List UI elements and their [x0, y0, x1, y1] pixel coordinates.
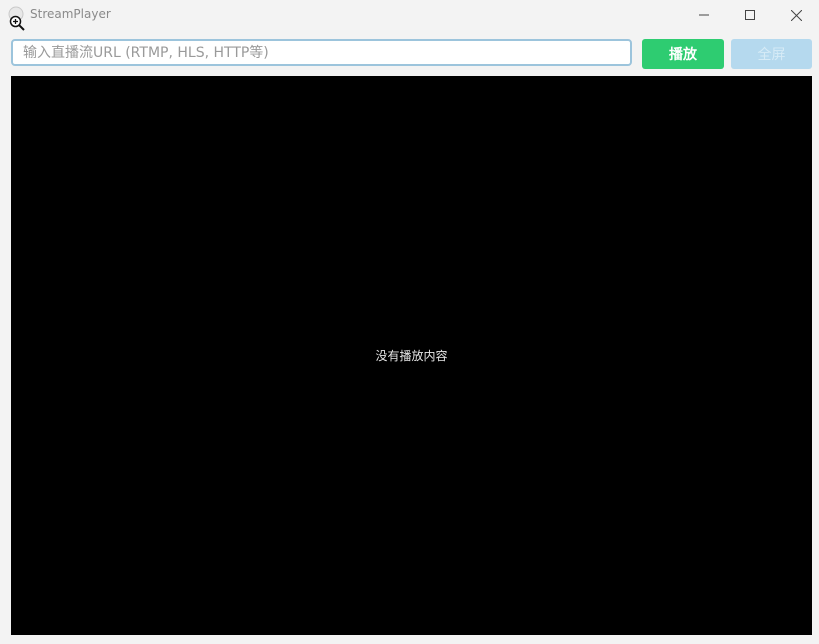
maximize-button[interactable] — [727, 0, 773, 30]
toolbar: 播放 全屏 — [0, 30, 819, 74]
close-button[interactable] — [773, 0, 819, 30]
window-title: StreamPlayer — [30, 7, 111, 21]
minimize-button[interactable] — [681, 0, 727, 30]
play-button[interactable]: 播放 — [642, 39, 724, 69]
app-window: StreamPlayer 播放 全屏 没有播放内容 — [0, 0, 819, 644]
zoom-in-icon — [9, 15, 25, 31]
empty-state-message: 没有播放内容 — [375, 349, 448, 363]
video-display[interactable]: 没有播放内容 — [11, 76, 812, 635]
fullscreen-button[interactable]: 全屏 — [731, 39, 812, 69]
stream-url-input[interactable] — [11, 39, 632, 66]
title-bar[interactable]: StreamPlayer — [0, 0, 819, 30]
minimize-icon — [699, 10, 709, 20]
close-icon — [790, 9, 802, 21]
maximize-icon — [745, 10, 755, 20]
